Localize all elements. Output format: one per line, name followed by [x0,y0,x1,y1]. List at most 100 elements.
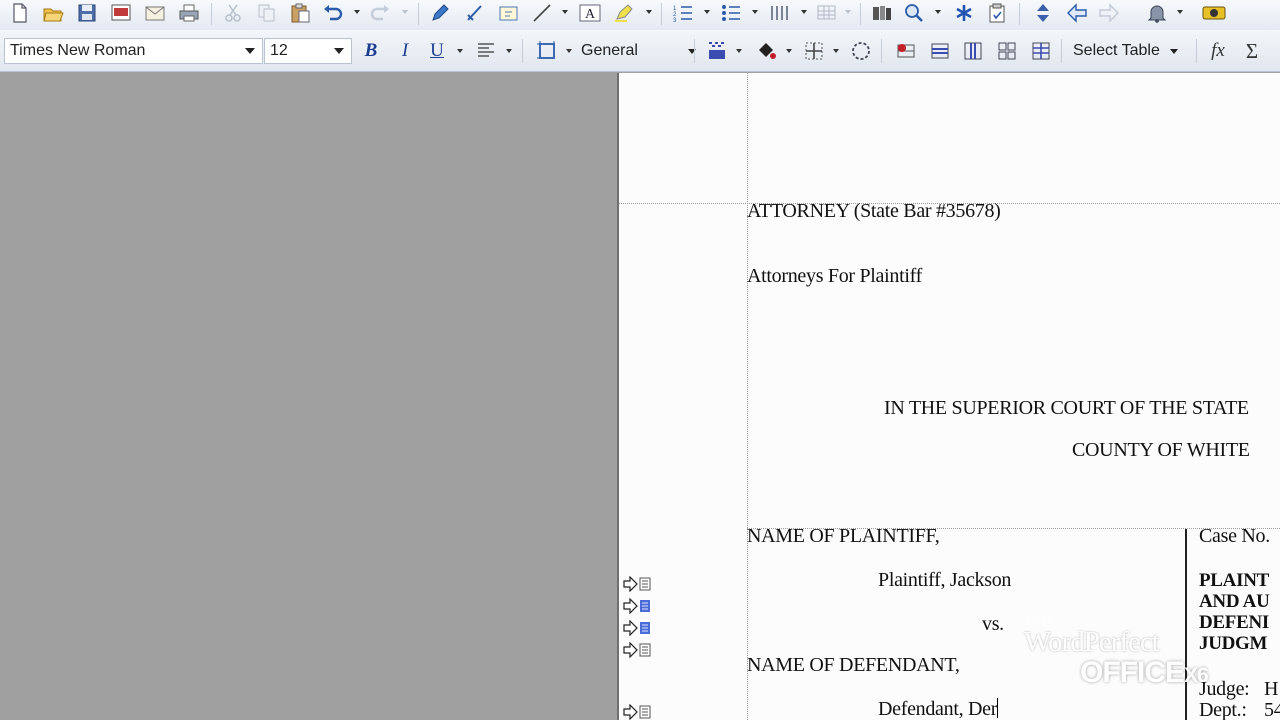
edit-graphic-button[interactable] [428,1,452,25]
paragraph-marker-icon[interactable] [623,598,655,614]
join-cells-button[interactable] [994,38,1020,64]
redo-dropdown[interactable] [402,10,408,14]
dept-value: 54 [1264,699,1280,720]
toolbar-separator [661,3,662,25]
formula-button[interactable]: fx [1205,38,1231,64]
cell-borders-dropdown[interactable] [833,49,839,53]
bold-button[interactable]: B [358,38,384,64]
move-ruler-button[interactable] [1031,1,1055,25]
justification-button[interactable] [473,38,499,64]
draw-line-button[interactable] [530,1,554,25]
text-box-button[interactable] [497,1,521,25]
publish-pdf-button[interactable] [109,1,133,25]
insert-column-button[interactable] [960,38,986,64]
split-cell-icon [1032,42,1050,60]
delete-row-button[interactable] [893,38,919,64]
chevron-down-icon [245,48,255,54]
paragraph-marker-icon[interactable] [623,576,655,592]
table-fill-dropdown[interactable] [736,49,742,53]
border-fill-button[interactable] [534,38,560,64]
text-art-button[interactable]: A [578,1,602,25]
cell-borders-icon [805,42,823,60]
scissors-icon [225,4,241,22]
bullets-button[interactable] [719,1,743,25]
text-cursor [997,698,999,718]
open-button[interactable] [41,1,65,25]
product-watermark: corel WordPerfect OFFICEX6 [1024,614,1214,694]
open-folder-icon [43,8,64,22]
highlight-button[interactable] [612,1,636,25]
cut-button[interactable] [221,1,245,25]
draw-tool-button[interactable] [463,1,487,25]
split-cell-button[interactable] [1028,38,1054,64]
undo-dropdown[interactable] [354,10,360,14]
print-button[interactable] [177,1,201,25]
symbols-button[interactable] [952,1,976,25]
new-document-button[interactable] [8,1,32,25]
font-size-dropdown[interactable]: 12 [264,38,352,64]
save-button[interactable] [75,1,99,25]
line-dropdown[interactable] [562,10,568,14]
insert-row-button[interactable] [927,38,953,64]
sync-button[interactable] [1202,1,1226,25]
quicksum-button[interactable]: Σ [1239,38,1265,64]
font-size-value: 12 [270,42,288,59]
paragraph-marker-icon[interactable] [623,620,655,636]
justification-dropdown[interactable] [506,49,512,53]
magnifier-icon [905,4,923,22]
paragraph-marker-icon[interactable] [623,704,655,720]
watermark-corel: corel [1026,614,1050,626]
template-button[interactable] [985,1,1009,25]
table-color-dropdown[interactable] [786,49,792,53]
county-title: COUNTY OF WHITE [1072,439,1250,461]
number-format-dropdown[interactable]: General [581,38,696,64]
text-box-icon [499,6,518,21]
toolbar-separator [1196,39,1197,63]
redo-button[interactable] [368,1,392,25]
select-cell-button[interactable] [848,38,874,64]
property-bar: Times New Roman 12 B I U General Select … [0,30,1280,72]
bullets-dropdown[interactable] [752,10,758,14]
envelope-icon [145,6,165,21]
reference-center-button[interactable] [870,1,894,25]
toolbar-separator [211,3,212,25]
italic-button[interactable]: I [392,38,418,64]
line-icon [467,5,482,21]
defendant-role-text: Defendant, Der [878,698,998,720]
columns-dropdown[interactable] [801,10,807,14]
watermark-wordperfect: WordPerfect [1024,626,1160,658]
bulleted-list-icon [722,5,740,21]
table-button[interactable] [815,1,839,25]
underline-dropdown[interactable] [457,49,463,53]
table-fill-button[interactable] [704,38,730,64]
asterisk-icon [956,5,972,21]
cell-borders-button[interactable] [801,38,827,64]
alert-button[interactable] [1145,1,1169,25]
pdf-icon [111,4,131,21]
undo-button[interactable] [321,1,345,25]
underline-button[interactable]: U [424,38,450,64]
paragraph-marker-icon[interactable] [623,642,655,658]
email-button[interactable] [143,1,167,25]
table-dropdown[interactable] [845,10,851,14]
caption-line-2: AND AU [1199,591,1270,612]
paste-button[interactable] [288,1,312,25]
forward-button[interactable] [1097,1,1121,25]
pencil-icon [432,4,449,21]
border-fill-dropdown[interactable] [566,49,572,53]
table-color-button[interactable] [753,38,779,64]
numbering-dropdown[interactable] [704,10,710,14]
select-table-dropdown[interactable]: Select Table [1073,38,1178,64]
zoom-button[interactable] [902,1,926,25]
alert-dropdown[interactable] [1177,10,1183,14]
copy-button[interactable] [255,1,279,25]
font-name-dropdown[interactable]: Times New Roman [4,38,263,64]
chevron-down-icon [334,48,344,54]
font-name-value: Times New Roman [10,42,146,59]
highlight-dropdown[interactable] [646,10,652,14]
columns-button[interactable] [768,1,792,25]
numbering-button[interactable]: 123 [671,1,695,25]
zoom-dropdown[interactable] [935,10,941,14]
judge-value: H [1264,678,1279,700]
back-button[interactable] [1065,1,1089,25]
